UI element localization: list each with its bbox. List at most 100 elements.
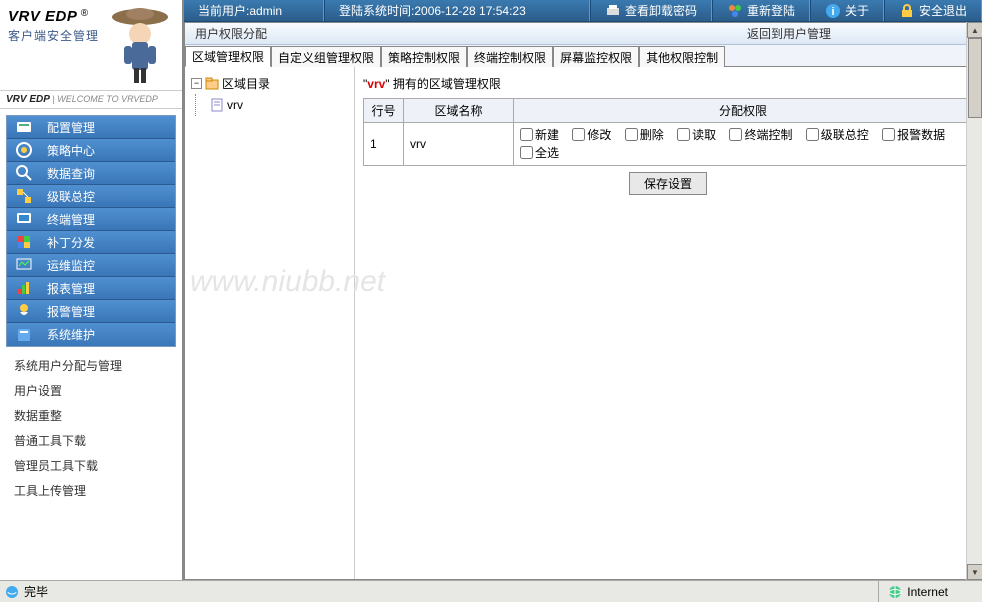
vertical-scrollbar[interactable]: ▲ ▼ [966,22,982,580]
lock-icon [899,3,915,19]
col-permissions: 分配权限 [514,99,973,123]
tab-custom-group[interactable]: 自定义组管理权限 [271,46,381,67]
col-region-name: 区域名称 [404,99,514,123]
perm-delete[interactable]: 删除 [625,126,664,143]
monitor-icon [15,256,33,274]
svg-text:i: i [831,6,834,18]
search-icon [15,164,33,182]
sub-item-tool-dl[interactable]: 普通工具下载 [8,428,174,453]
perm-alarm-checkbox[interactable] [882,128,895,141]
perm-terminal-checkbox[interactable] [729,128,742,141]
perm-cascade-checkbox[interactable] [806,128,819,141]
nav-item-system[interactable]: 系统维护 [7,323,175,346]
sub-item-user-alloc[interactable]: 系统用户分配与管理 [8,353,174,378]
perm-read[interactable]: 读取 [677,126,716,143]
region-tree-panel: − 区域目录 vrv [185,67,355,579]
sub-item-admin-tool-dl[interactable]: 管理员工具下载 [8,453,174,478]
nav-item-ops[interactable]: 运维监控 [7,254,175,277]
cell-region-name: vrv [404,123,514,166]
login-time-cell: 登陆系统时间:2006-12-28 17:54:23 [324,0,590,21]
col-rownum: 行号 [364,99,404,123]
status-zone: Internet [907,585,948,599]
perm-modify[interactable]: 修改 [572,126,611,143]
perm-all-checkbox[interactable] [520,146,533,159]
tab-policy-ctrl[interactable]: 策略控制权限 [381,46,467,67]
nav-item-alarm[interactable]: 报警管理 [7,300,175,323]
scroll-thumb[interactable] [968,38,982,118]
status-left: 完毕 [4,583,878,600]
perm-alarm[interactable]: 报警数据 [882,126,945,143]
nav-item-policy[interactable]: 策略中心 [7,139,175,162]
patch-icon [15,233,33,251]
content-body: − 区域目录 vrv "vrv" 拥有的区域管理权限 行号 区域名称 分配权限 [185,67,981,579]
cell-permissions: 新建 修改 删除 读取 终端控制 级联总控 报警数据 全选 [514,123,973,166]
logo-area: VRV EDP ® 客户端安全管理 [0,0,182,90]
scroll-up-button[interactable]: ▲ [967,22,982,38]
nav-item-cascade[interactable]: 级联总控 [7,185,175,208]
about-button[interactable]: i关于 [810,0,884,21]
tree-child-node[interactable]: vrv [210,96,243,114]
welcome-bar: VRV EDP | WELCOME TO VRVEDP [0,90,182,109]
sub-nav-list: 系统用户分配与管理 用户设置 数据重整 普通工具下载 管理员工具下载 工具上传管… [8,353,174,503]
perm-delete-checkbox[interactable] [625,128,638,141]
nav-item-patch[interactable]: 补丁分发 [7,231,175,254]
info-icon: i [825,3,841,19]
alarm-icon [15,302,33,320]
perm-create-checkbox[interactable] [520,128,533,141]
tab-screen-monitor[interactable]: 屏幕监控权限 [553,46,639,67]
perm-read-checkbox[interactable] [677,128,690,141]
sub-item-user-setting[interactable]: 用户设置 [8,378,174,403]
internet-zone-icon [887,584,903,600]
sub-item-data-reorg[interactable]: 数据重整 [8,403,174,428]
tree-root-label: 区域目录 [222,75,270,92]
nav-item-report[interactable]: 报表管理 [7,277,175,300]
main-content: 用户权限分配 返回到用户管理 区域管理权限 自定义组管理权限 策略控制权限 终端… [184,22,982,580]
sub-item-tool-upload[interactable]: 工具上传管理 [8,478,174,503]
tab-other-ctrl[interactable]: 其他权限控制 [639,46,725,67]
status-text: 完毕 [24,583,48,600]
permission-tabs: 区域管理权限 自定义组管理权限 策略控制权限 终端控制权限 屏幕监控权限 其他权… [185,45,981,67]
collapse-icon[interactable]: − [191,78,202,89]
relogin-button[interactable]: 重新登陆 [712,0,810,21]
terminal-icon [15,210,33,228]
tab-terminal-ctrl[interactable]: 终端控制权限 [467,46,553,67]
cascade-icon [15,187,33,205]
nav-item-config[interactable]: 配置管理 [7,116,175,139]
folder-icon [205,77,219,91]
status-bar: 完毕 Internet [0,580,982,602]
save-button[interactable]: 保存设置 [629,172,707,195]
perm-terminal[interactable]: 终端控制 [729,126,792,143]
current-user-cell: 当前用户:admin [184,0,324,21]
page-title: 用户权限分配 [195,25,267,42]
top-bar: 当前用户:admin 登陆系统时间:2006-12-28 17:54:23 查看… [184,0,982,22]
nav-item-terminal[interactable]: 终端管理 [7,208,175,231]
config-icon [15,118,33,136]
policy-icon [15,141,33,159]
detail-panel: "vrv" 拥有的区域管理权限 行号 区域名称 分配权限 1 vrv 新建 修改… [355,67,981,579]
chart-icon [15,279,33,297]
tree-root-node[interactable]: − 区域目录 [191,73,348,94]
perm-create[interactable]: 新建 [520,126,559,143]
permission-table: 行号 区域名称 分配权限 1 vrv 新建 修改 删除 读取 终端控制 级联总控… [363,98,973,166]
perm-all[interactable]: 全选 [520,144,559,161]
page-header: 用户权限分配 返回到用户管理 [185,23,981,45]
nav-item-data[interactable]: 数据查询 [7,162,175,185]
perm-cascade[interactable]: 级联总控 [806,126,869,143]
tab-region[interactable]: 区域管理权限 [185,46,271,67]
printer-icon [605,3,621,19]
document-icon [210,98,224,112]
table-row: 1 vrv 新建 修改 删除 读取 终端控制 级联总控 报警数据 全选 [364,123,973,166]
ie-icon [4,584,20,600]
left-sidebar: VRV EDP ® 客户端安全管理 VRV EDP | WELCOME TO V… [0,0,184,580]
system-icon [15,326,33,344]
main-nav-menu: 配置管理 策略中心 数据查询 级联总控 终端管理 补丁分发 运维监控 报表管理 … [6,115,176,347]
tree-child-label: vrv [227,98,243,112]
view-password-button[interactable]: 查看卸载密码 [590,0,712,21]
save-row: 保存设置 [363,166,973,201]
table-header-row: 行号 区域名称 分配权限 [364,99,973,123]
perm-modify-checkbox[interactable] [572,128,585,141]
back-to-users-link[interactable]: 返回到用户管理 [747,25,831,42]
exit-button[interactable]: 安全退出 [884,0,982,21]
detail-title: "vrv" 拥有的区域管理权限 [363,71,973,96]
scroll-down-button[interactable]: ▼ [967,564,982,580]
